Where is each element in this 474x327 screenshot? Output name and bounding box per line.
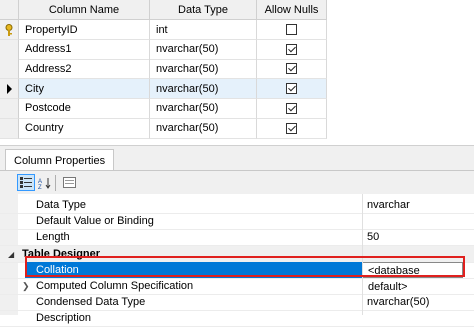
row-selector[interactable]: [0, 39, 19, 60]
property-row[interactable]: Collation <database default>: [0, 261, 474, 293]
property-label: Table Designer: [22, 247, 101, 260]
property-pages-icon[interactable]: [60, 174, 78, 191]
tab-column-properties[interactable]: Column Properties: [5, 149, 115, 171]
table-row[interactable]: City nvarchar(50): [0, 79, 474, 100]
allow-nulls-cell: [257, 79, 327, 100]
table-row[interactable]: Postcode nvarchar(50): [0, 98, 474, 119]
column-name-header[interactable]: Column Name: [19, 0, 150, 20]
property-label: Length: [36, 231, 70, 244]
property-grid-divider[interactable]: [362, 194, 363, 315]
property-row[interactable]: Description: [0, 310, 474, 327]
table-row[interactable]: Address1 nvarchar(50): [0, 39, 474, 60]
row-selector-header: [0, 0, 19, 20]
data-type-cell[interactable]: int: [150, 20, 257, 40]
row-selector[interactable]: [0, 118, 19, 139]
data-type-cell[interactable]: nvarchar(50): [150, 39, 257, 60]
allow-nulls-cell: [257, 59, 327, 80]
allow-nulls-checkbox[interactable]: [286, 43, 297, 55]
property-value[interactable]: nvarchar: [367, 197, 410, 213]
column-name-cell[interactable]: Address2: [19, 59, 150, 80]
allow-nulls-cell: [257, 39, 327, 60]
property-value[interactable]: 50: [367, 229, 379, 245]
data-type-cell[interactable]: nvarchar(50): [150, 79, 257, 100]
property-label: Data Type: [36, 199, 86, 211]
table-row[interactable]: Address2 nvarchar(50): [0, 59, 474, 80]
property-row[interactable]: Condensed Data Type nvarchar(50): [0, 294, 474, 312]
allow-nulls-cell: [257, 20, 327, 40]
allow-nulls-header[interactable]: Allow Nulls: [257, 0, 327, 20]
toolbar-separator: [55, 175, 56, 191]
row-selector[interactable]: [0, 59, 19, 80]
allow-nulls-checkbox[interactable]: [286, 24, 297, 35]
column-name-cell[interactable]: Postcode: [19, 98, 150, 119]
allow-nulls-checkbox[interactable]: [286, 83, 297, 95]
data-type-cell[interactable]: nvarchar(50): [150, 118, 257, 139]
column-properties-panel: Column Properties A Z Data Type nvarchar…: [0, 145, 474, 327]
property-label: Computed Column Specification: [36, 280, 194, 292]
expand-chevron-icon[interactable]: ❯: [22, 278, 30, 294]
row-selector[interactable]: [0, 79, 19, 100]
allow-nulls-checkbox[interactable]: [286, 122, 297, 134]
property-row[interactable]: Default Value or Binding: [0, 213, 474, 231]
table-designer-grid: Column Name Data Type Allow Nulls Proper…: [0, 0, 474, 145]
data-type-cell[interactable]: nvarchar(50): [150, 59, 257, 80]
table-row[interactable]: PropertyID int: [0, 20, 474, 40]
property-grid: Data Type nvarchar Default Value or Bindin…: [0, 194, 474, 327]
property-value[interactable]: nvarchar(50): [367, 294, 429, 310]
column-name-cell[interactable]: City: [19, 79, 150, 100]
row-selector[interactable]: [0, 20, 19, 40]
property-label: Default Value or Binding: [36, 215, 154, 228]
property-category[interactable]: ◢ Table Designer: [0, 245, 474, 263]
properties-toolbar: A Z: [0, 170, 474, 195]
collapse-caret-icon[interactable]: ◢: [8, 250, 14, 259]
allow-nulls-checkbox[interactable]: [286, 102, 297, 114]
data-type-header[interactable]: Data Type: [150, 0, 257, 20]
property-label: Description: [36, 312, 92, 325]
property-value[interactable]: <database default>: [362, 261, 463, 293]
property-label: Condensed Data Type: [36, 296, 146, 309]
categorized-icon[interactable]: [17, 174, 35, 191]
allow-nulls-cell: [257, 98, 327, 119]
allow-nulls-cell: [257, 118, 327, 139]
column-name-cell[interactable]: PropertyID: [19, 20, 150, 40]
column-name-cell[interactable]: Address1: [19, 39, 150, 60]
allow-nulls-checkbox[interactable]: [286, 63, 297, 75]
svg-text:Z: Z: [38, 185, 42, 189]
property-label: Collation: [25, 261, 362, 278]
table-row[interactable]: Country nvarchar(50): [0, 118, 474, 139]
data-type-cell[interactable]: nvarchar(50): [150, 98, 257, 119]
row-pointer-icon: [6, 83, 12, 94]
alphabetical-sort-icon[interactable]: A Z: [36, 174, 54, 191]
property-row[interactable]: Length 50: [0, 229, 474, 247]
column-name-cell[interactable]: Country: [19, 118, 150, 139]
row-selector[interactable]: [0, 98, 19, 119]
property-row[interactable]: ❯ Computed Column Specification: [0, 278, 474, 295]
primary-key-icon: [5, 23, 13, 36]
property-row[interactable]: Data Type nvarchar: [0, 197, 474, 214]
